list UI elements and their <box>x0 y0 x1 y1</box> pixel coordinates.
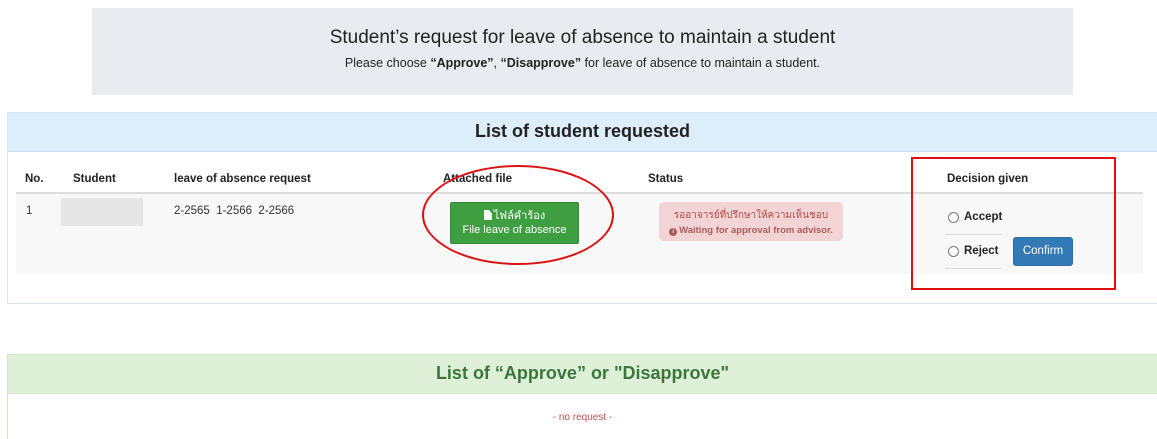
status-english-text: Waiting for approval from advisor. <box>679 225 833 236</box>
highlight-ellipse-annotation <box>422 165 614 265</box>
status-thai-text: รออาจารย์ที่ปรึกษาให้ความเห็นชอบ <box>673 210 829 221</box>
status-english-line: i Waiting for approval from advisor. <box>659 225 843 236</box>
leave-request-terms: 2-2565 1-2566 2-2566 <box>174 205 295 217</box>
empty-state-text: - no request - <box>552 412 613 423</box>
highlight-rectangle-annotation <box>911 157 1116 290</box>
approved-panel: List of “Approve” or "Disapprove" - no r… <box>7 354 1157 439</box>
column-header-student: Student <box>73 173 116 185</box>
info-circle-icon: i <box>669 228 678 236</box>
requested-panel-title: List of student requested <box>8 113 1157 152</box>
status-badge: รออาจารย์ที่ปรึกษาให้ความเห็นชอบ i Waitin… <box>659 202 843 241</box>
page-title: Student’s request for leave of absence t… <box>329 27 836 48</box>
page-instructions: Please choose “Approve”, “Disapprove” fo… <box>344 56 821 70</box>
student-name-redacted <box>61 198 143 226</box>
page-header: Student’s request for leave of absence t… <box>92 8 1073 95</box>
column-header-leave-request: leave of absence request <box>174 173 311 185</box>
row-number: 1 <box>26 205 33 217</box>
approved-panel-title: List of “Approve” or "Disapprove" <box>8 355 1157 394</box>
column-header-status: Status <box>648 173 684 185</box>
column-header-no: No. <box>25 173 44 185</box>
